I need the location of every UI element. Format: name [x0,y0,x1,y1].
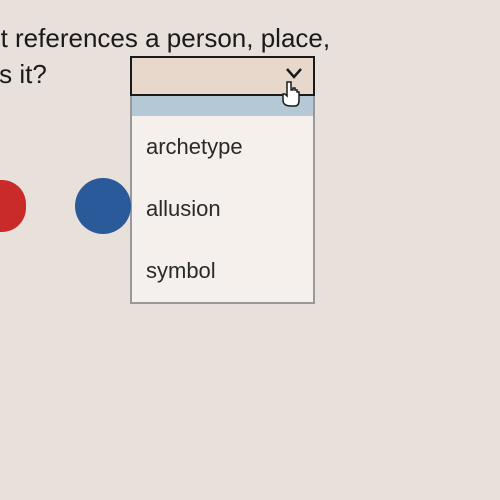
dropdown-option-allusion[interactable]: allusion [132,178,313,240]
dropdown-option-blank[interactable] [132,96,313,116]
question-line-1: ment references a person, place, [0,20,500,56]
next-button[interactable] [75,178,131,234]
chevron-down-icon [285,66,303,85]
dropdown-list: archetype allusion symbol [130,96,315,304]
dropdown-select[interactable] [130,56,315,96]
dropdown-container: archetype allusion symbol [130,56,315,304]
reset-button[interactable]: et [0,180,26,232]
dropdown-option-symbol[interactable]: symbol [132,240,313,302]
dropdown-option-archetype[interactable]: archetype [132,116,313,178]
